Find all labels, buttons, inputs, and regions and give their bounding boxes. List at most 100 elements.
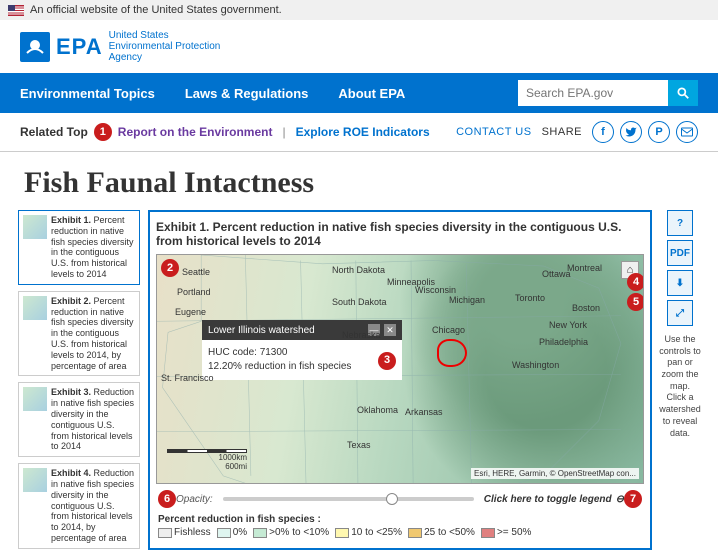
- share-facebook-icon[interactable]: f: [592, 121, 614, 143]
- exhibit-thumb-1[interactable]: Exhibit 1. Percent reduction in native f…: [18, 210, 140, 285]
- popup-close-icon[interactable]: ✕: [384, 324, 396, 336]
- epa-acronym: EPA: [56, 34, 103, 60]
- contact-us-link[interactable]: CONTACT US: [456, 126, 532, 138]
- map-controls-row: 6 Opacity: Click here to toggle legend ⊖…: [156, 484, 644, 510]
- map-scale: 1000km 600mi: [167, 449, 247, 471]
- map-label: Portland: [177, 287, 211, 297]
- thumb-label: Exhibit 4. Reduction in native fish spec…: [51, 468, 135, 544]
- thumb-preview-icon: [23, 387, 47, 411]
- map-label: Toronto: [515, 293, 545, 303]
- map-label: North Dakota: [332, 265, 385, 275]
- exhibit-thumb-2[interactable]: Exhibit 2. Percent reduction in native f…: [18, 291, 140, 377]
- share-email-icon[interactable]: [676, 121, 698, 143]
- legend-label: 25 to <50%: [424, 527, 475, 538]
- help-text: Use the controls to pan or zoom the map.…: [659, 330, 701, 443]
- map-attribution: Esri, HERE, Garmin, © OpenStreetMap con.…: [471, 468, 639, 479]
- download-button[interactable]: ⬇: [667, 270, 693, 296]
- map-label: Seattle: [182, 267, 210, 277]
- thumb-preview-icon: [23, 215, 47, 239]
- legend-swatch: [335, 528, 349, 538]
- annotation-badge-7: 7: [624, 490, 642, 508]
- epa-seal-icon: [20, 32, 50, 62]
- help-button[interactable]: ?: [667, 210, 693, 236]
- epa-logo[interactable]: EPA United States Environmental Protecti…: [20, 30, 220, 63]
- map-label: Eugene: [175, 307, 206, 317]
- legend-label: 0%: [233, 527, 247, 538]
- legend-title: Percent reduction in fish species :: [158, 514, 642, 525]
- related-label: Related Top: [20, 125, 88, 139]
- legend-swatch: [217, 528, 231, 538]
- nav-item-about[interactable]: About EPA: [338, 86, 405, 101]
- exhibit-title: Exhibit 1. Percent reduction in native f…: [156, 218, 644, 254]
- related-bar: Related Top 1 Report on the Environment …: [0, 113, 718, 152]
- legend-swatch: [158, 528, 172, 538]
- share-pinterest-icon[interactable]: P: [648, 121, 670, 143]
- exhibit-thumb-4[interactable]: Exhibit 4. Reduction in native fish spec…: [18, 463, 140, 549]
- map-label: South Dakota: [332, 297, 387, 307]
- selected-watershed-outline: [437, 339, 467, 367]
- main-nav: Environmental Topics Laws & Regulations …: [0, 73, 718, 113]
- opacity-slider[interactable]: [223, 497, 474, 501]
- legend-label: Fishless: [174, 527, 211, 538]
- map-label: Texas: [347, 440, 371, 450]
- map[interactable]: 2 Lower Illinois watershed — ✕ HUC code:…: [156, 254, 644, 484]
- thumb-preview-icon: [23, 468, 47, 492]
- thumb-preview-icon: [23, 296, 47, 320]
- exhibit-thumb-3[interactable]: Exhibit 3. Reduction in native fish spec…: [18, 382, 140, 457]
- watershed-popup: Lower Illinois watershed — ✕ HUC code: 7…: [202, 320, 402, 380]
- legend-swatch: [253, 528, 267, 538]
- share-twitter-icon[interactable]: [620, 121, 642, 143]
- legend-item: >= 50%: [481, 527, 531, 538]
- map-label: Montreal: [567, 263, 602, 273]
- map-label: Washington: [512, 360, 559, 370]
- exhibit-thumbnails: Exhibit 1. Percent reduction in native f…: [18, 210, 140, 550]
- toggle-legend-link[interactable]: Click here to toggle legend ⊖: [484, 494, 624, 505]
- popup-title: Lower Illinois watershed: [208, 325, 315, 336]
- expand-button[interactable]: ⤢: [667, 300, 693, 326]
- legend-label: >0% to <10%: [269, 527, 329, 538]
- search-input[interactable]: [518, 80, 668, 106]
- thumb-label: Exhibit 1. Percent reduction in native f…: [51, 215, 135, 280]
- nav-item-topics[interactable]: Environmental Topics: [20, 86, 155, 101]
- map-label: Boston: [572, 303, 600, 313]
- map-label: Wisconsin: [415, 285, 456, 295]
- search-form: [518, 80, 698, 106]
- annotation-badge-2: 2: [161, 259, 179, 277]
- popup-value: 12.20% reduction in fish species: [208, 360, 396, 374]
- search-button[interactable]: [668, 80, 698, 106]
- thumb-label: Exhibit 3. Reduction in native fish spec…: [51, 387, 135, 452]
- map-label: Arkansas: [405, 407, 443, 417]
- map-label: Philadelphia: [539, 337, 588, 347]
- legend-item: Fishless: [158, 527, 211, 538]
- legend-item: 0%: [217, 527, 247, 538]
- site-header: EPA United States Environmental Protecti…: [0, 20, 718, 73]
- opacity-label: Opacity:: [176, 494, 213, 505]
- page-title: Fish Faunal Intactness: [0, 152, 718, 210]
- map-label: St. Francisco: [161, 373, 214, 383]
- right-tools: ? PDF ⬇ ⤢ Use the controls to pan or zoo…: [660, 210, 700, 550]
- legend-item: >0% to <10%: [253, 527, 329, 538]
- annotation-badge-5: 5: [627, 293, 644, 311]
- link-explore-roe[interactable]: Explore ROE Indicators: [296, 125, 430, 139]
- gov-banner-text: An official website of the United States…: [30, 4, 282, 16]
- opacity-slider-thumb[interactable]: [386, 493, 398, 505]
- nav-links: Environmental Topics Laws & Regulations …: [20, 86, 405, 101]
- legend-swatch: [481, 528, 495, 538]
- legend-item: 10 to <25%: [335, 527, 402, 538]
- us-flag-icon: [8, 5, 24, 16]
- nav-item-laws[interactable]: Laws & Regulations: [185, 86, 309, 101]
- link-report-environment[interactable]: Report on the Environment: [118, 125, 273, 139]
- collapse-icon: ⊖: [616, 494, 624, 505]
- annotation-badge-3: 3: [378, 352, 396, 370]
- popup-huc-label: HUC code:: [208, 347, 260, 358]
- legend-label: >= 50%: [497, 527, 531, 538]
- map-label: New York: [549, 320, 587, 330]
- thumb-label: Exhibit 2. Percent reduction in native f…: [51, 296, 135, 372]
- map-label: Nebraska: [342, 330, 381, 340]
- popup-huc-code: 71300: [260, 347, 288, 358]
- legend-label: 10 to <25%: [351, 527, 402, 538]
- gov-banner: An official website of the United States…: [0, 0, 718, 20]
- pdf-button[interactable]: PDF: [667, 240, 693, 266]
- legend-swatch: [408, 528, 422, 538]
- epa-full-name: United States Environmental Protection A…: [109, 30, 221, 63]
